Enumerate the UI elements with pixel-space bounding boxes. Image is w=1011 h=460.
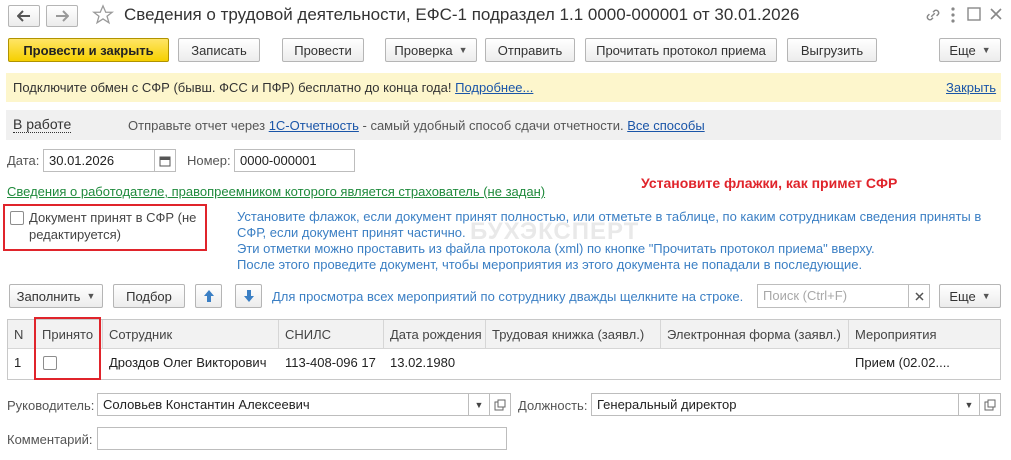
forward-button[interactable] [46, 5, 78, 27]
search-placeholder: Поиск (Ctrl+F) [763, 288, 848, 303]
employer-info-link[interactable]: Сведения о работодателе, правопреемником… [7, 184, 545, 199]
caret-down-icon: ▼ [981, 45, 991, 55]
calendar-icon [159, 156, 171, 166]
table-more-button[interactable]: Еще ▼ [939, 284, 1001, 308]
reporting-hint: Отправьте отчет через 1С-Отчетность - са… [128, 118, 705, 133]
position-dropdown-button[interactable]: ▼ [958, 393, 980, 416]
comment-label: Комментарий: [7, 432, 93, 447]
manager-open-button[interactable] [489, 393, 511, 416]
comment-input[interactable] [97, 427, 507, 450]
caret-down-icon: ▼ [981, 291, 991, 301]
position-input[interactable]: Генеральный директор [591, 393, 960, 416]
document-status[interactable]: В работе [13, 116, 72, 133]
reporting-service-link[interactable]: 1С-Отчетность [269, 118, 359, 133]
table-hint: Для просмотра всех мероприятий по сотруд… [272, 289, 744, 304]
fill-button[interactable]: Заполнить ▼ [9, 284, 103, 308]
col-header-work-book[interactable]: Трудовая книжка (заявл.) [486, 320, 661, 349]
favorite-star-icon[interactable] [91, 4, 116, 28]
table-more-label: Еще [949, 288, 976, 304]
arrow-up-icon [203, 290, 214, 302]
banner-more-link[interactable]: Подробнее... [455, 80, 533, 95]
caret-down-icon: ▼ [964, 399, 974, 410]
position-open-button[interactable] [979, 393, 1001, 416]
open-form-icon [494, 399, 506, 410]
col-header-snils[interactable]: СНИЛС [279, 320, 384, 349]
col-header-employee[interactable]: Сотрудник [103, 320, 279, 349]
annotation-text: Установите флажки, как примет СФР [641, 175, 898, 191]
fill-button-label: Заполнить [16, 288, 81, 304]
check-button-label: Проверка [394, 42, 453, 58]
send-button[interactable]: Отправить [485, 38, 575, 62]
arrow-down-icon [243, 290, 254, 302]
col-header-events[interactable]: Мероприятия [849, 320, 1000, 349]
col-header-n[interactable]: N [8, 320, 36, 349]
cell-birth-date: 13.02.1980 [390, 355, 456, 370]
date-input[interactable]: 30.01.2026 [43, 149, 155, 172]
hint-line: Эти отметки можно проставить из файла пр… [237, 241, 875, 256]
link-icon[interactable] [924, 6, 944, 26]
calendar-button[interactable] [154, 149, 176, 172]
close-icon [914, 291, 924, 301]
move-down-button[interactable] [235, 284, 262, 308]
search-clear-button[interactable] [908, 284, 930, 308]
all-ways-link[interactable]: Все способы [627, 118, 704, 133]
banner-message: Подключите обмен с СФР (бывш. ФСС и ПФР)… [13, 80, 452, 95]
reporting-suffix: - самый удобный способ сдачи отчетности. [362, 118, 624, 133]
date-label: Дата: [7, 153, 40, 168]
search-input[interactable]: Поиск (Ctrl+F) [757, 284, 909, 308]
post-and-close-button[interactable]: Провести и закрыть [8, 38, 169, 62]
vertical-dots-icon[interactable] [950, 6, 962, 26]
open-form-icon [984, 399, 996, 410]
hint-line: После этого проведите документ, чтобы ме… [237, 257, 863, 272]
back-button[interactable] [8, 5, 40, 27]
accepted-in-sfr-checkbox[interactable] [10, 211, 24, 225]
cell-e-form [661, 349, 849, 376]
col-header-e-form[interactable]: Электронная форма (заявл.) [661, 320, 849, 349]
cell-work-book [486, 349, 661, 376]
arrow-left-icon [17, 10, 30, 22]
number-input[interactable]: 0000-000001 [234, 149, 355, 172]
cell-snils: 113-408-096 17 [285, 355, 376, 370]
accepted-column-highlight [34, 317, 101, 380]
manager-input[interactable]: Соловьев Константин Алексеевич [97, 393, 469, 416]
save-button[interactable]: Записать [178, 38, 260, 62]
arrow-right-icon [56, 10, 69, 22]
more-button-label: Еще [949, 42, 976, 58]
upload-button[interactable]: Выгрузить [787, 38, 877, 62]
hint-line: СФР, если документ принят частично. [237, 225, 466, 240]
col-header-birth-date[interactable]: Дата рождения [384, 320, 486, 349]
cell-events: Прием (02.02.... [855, 355, 950, 370]
hint-line: Установите флажок, если документ принят … [237, 209, 982, 224]
page-title: Сведения о трудовой деятельности, ЕФС-1 … [124, 5, 800, 24]
maximize-icon[interactable] [966, 6, 984, 24]
move-up-button[interactable] [195, 284, 222, 308]
post-button[interactable]: Провести [282, 38, 364, 62]
check-button[interactable]: Проверка ▼ [385, 38, 477, 62]
number-label: Номер: [187, 153, 231, 168]
cell-n: 1 [14, 355, 22, 370]
more-button[interactable]: Еще ▼ [939, 38, 1001, 62]
select-button[interactable]: Подбор [113, 284, 185, 308]
position-label: Должность: [518, 398, 588, 413]
banner-close-link[interactable]: Закрыть [946, 80, 996, 95]
manager-label: Руководитель: [7, 398, 95, 413]
employees-table: N Принято Сотрудник СНИЛС Дата рождения … [7, 319, 1001, 380]
caret-down-icon: ▼ [458, 45, 468, 55]
read-protocol-button[interactable]: Прочитать протокол приема [585, 38, 777, 62]
hint-block: Установите флажок, если документ принят … [237, 209, 981, 273]
caret-down-icon: ▼ [474, 399, 484, 410]
banner-text: Подключите обмен с СФР (бывш. ФСС и ПФР)… [13, 80, 533, 95]
close-icon[interactable] [988, 6, 1006, 24]
cell-employee: Дроздов Олег Викторович [109, 355, 267, 370]
accepted-checkbox-label: Документ принят в СФР (не редактируется) [29, 210, 197, 242]
caret-down-icon: ▼ [86, 291, 96, 301]
reporting-prefix: Отправьте отчет через [128, 118, 266, 133]
table-row[interactable]: 1 Дроздов Олег Викторович 113-408-096 17… [8, 349, 1000, 379]
manager-dropdown-button[interactable]: ▼ [468, 393, 490, 416]
